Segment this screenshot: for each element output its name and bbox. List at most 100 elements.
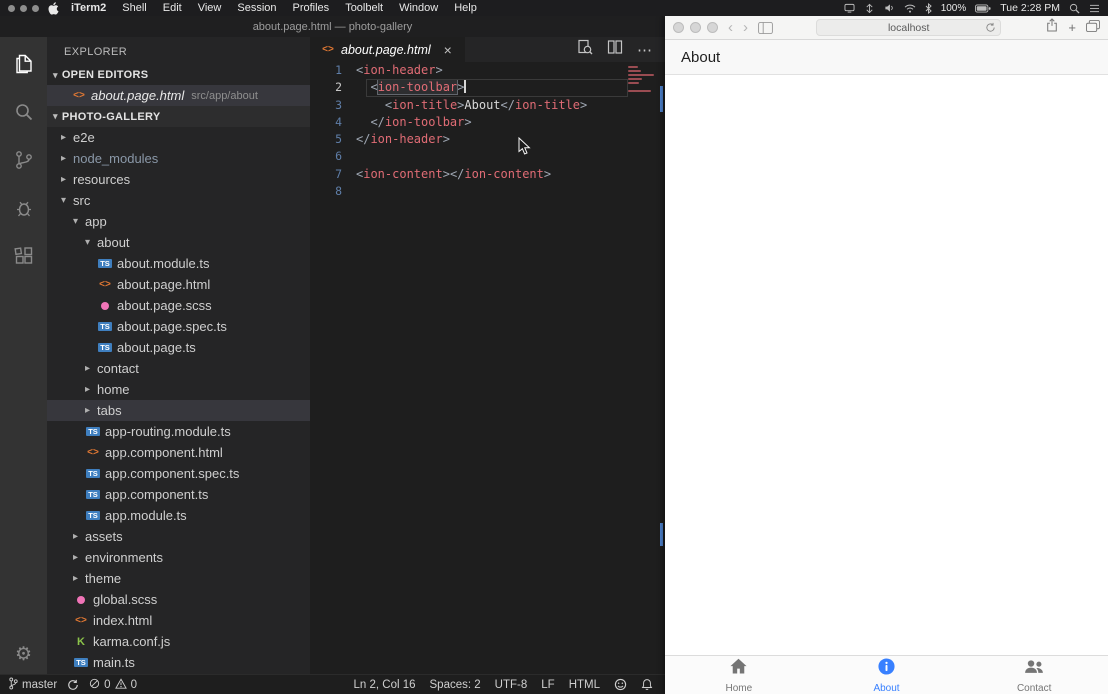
- eol-type[interactable]: LF: [541, 679, 554, 691]
- vscode-window-title: about.page.html — photo-gallery: [253, 21, 413, 33]
- close-window-icon[interactable]: [673, 22, 684, 33]
- folder-src[interactable]: src: [47, 190, 310, 211]
- language-mode[interactable]: HTML: [569, 679, 600, 691]
- tab-about[interactable]: About: [813, 656, 961, 694]
- debug-icon[interactable]: [4, 188, 44, 228]
- zoom-window-icon[interactable]: [707, 22, 718, 33]
- menu-profiles[interactable]: Profiles: [285, 2, 338, 14]
- folder-home[interactable]: home: [47, 379, 310, 400]
- open-editors-header[interactable]: OPEN EDITORS: [47, 65, 310, 85]
- search-icon[interactable]: [4, 92, 44, 132]
- wifi-icon[interactable]: [904, 4, 916, 13]
- file-app.component.spec.ts[interactable]: app.component.spec.ts: [47, 463, 310, 484]
- tabs-overview-icon[interactable]: [1086, 19, 1100, 37]
- source-control-icon[interactable]: [4, 140, 44, 180]
- chevron-open-icon: [73, 216, 85, 227]
- folder-node_modules[interactable]: node_modules: [47, 148, 310, 169]
- project-header[interactable]: PHOTO-GALLERY: [47, 106, 310, 127]
- menu-iterm2[interactable]: iTerm2: [63, 2, 114, 14]
- feedback-smiley-icon[interactable]: [614, 678, 627, 691]
- file-app-routing.module.ts[interactable]: app-routing.module.ts: [47, 421, 310, 442]
- open-preview-icon[interactable]: [577, 39, 593, 60]
- folder-e2e[interactable]: e2e: [47, 127, 310, 148]
- menu-session[interactable]: Session: [229, 2, 284, 14]
- cursor-position[interactable]: Ln 2, Col 16: [354, 679, 416, 691]
- folder-environments[interactable]: environments: [47, 547, 310, 568]
- menubar-clock[interactable]: Tue 2:28 PM: [1000, 2, 1060, 14]
- code-line-3[interactable]: 3 <ion-title>About</ion-title>: [310, 97, 665, 114]
- menubar-status-icon[interactable]: [844, 3, 855, 13]
- file-main.ts[interactable]: main.ts: [47, 652, 310, 673]
- file-about.page.ts[interactable]: about.page.ts: [47, 337, 310, 358]
- menu-window[interactable]: Window: [391, 2, 446, 14]
- code-text: </ion-toolbar>: [354, 114, 472, 131]
- tab-contact[interactable]: Contact: [960, 656, 1108, 694]
- volume-icon[interactable]: [884, 3, 895, 13]
- bluetooth-icon[interactable]: [925, 3, 932, 14]
- indentation[interactable]: Spaces: 2: [430, 679, 481, 691]
- tab-about.page.html[interactable]: about.page.html: [310, 37, 465, 62]
- menubar-status-icon[interactable]: [864, 3, 875, 13]
- folder-app[interactable]: app: [47, 211, 310, 232]
- file-global.scss[interactable]: global.scss: [47, 589, 310, 610]
- window-dot-icon[interactable]: [8, 5, 15, 12]
- close-tab-icon[interactable]: [441, 42, 455, 58]
- window-dot-icon[interactable]: [20, 5, 27, 12]
- code-line-1[interactable]: 1<ion-header>: [310, 62, 665, 79]
- code-line-7[interactable]: 7<ion-content></ion-content>: [310, 166, 665, 183]
- forward-button[interactable]: ›: [743, 20, 748, 35]
- code-line-6[interactable]: 6: [310, 148, 665, 165]
- problems-indicator[interactable]: 0 0: [89, 678, 137, 692]
- explorer-icon[interactable]: [4, 44, 44, 84]
- battery-icon[interactable]: [975, 4, 991, 13]
- folder-tabs[interactable]: tabs: [47, 400, 310, 421]
- open-editor-item[interactable]: about.page.html src/app/about: [47, 85, 310, 106]
- folder-assets[interactable]: assets: [47, 526, 310, 547]
- new-tab-icon[interactable]: +: [1068, 20, 1076, 35]
- spotlight-icon[interactable]: [1069, 3, 1080, 14]
- file-app.component.html[interactable]: app.component.html: [47, 442, 310, 463]
- code-line-5[interactable]: 5</ion-header>: [310, 131, 665, 148]
- file-app.module.ts[interactable]: app.module.ts: [47, 505, 310, 526]
- menu-edit[interactable]: Edit: [155, 2, 190, 14]
- file-about.module.ts[interactable]: about.module.ts: [47, 253, 310, 274]
- folder-about[interactable]: about: [47, 232, 310, 253]
- folder-theme[interactable]: theme: [47, 568, 310, 589]
- extensions-icon[interactable]: [4, 236, 44, 276]
- encoding[interactable]: UTF-8: [495, 679, 528, 691]
- code-editor[interactable]: 1<ion-header>2 <ion-toolbar>3 <ion-title…: [310, 62, 665, 674]
- file-karma.conf.js[interactable]: karma.conf.js: [47, 631, 310, 652]
- share-icon[interactable]: [1046, 18, 1058, 37]
- sync-icon[interactable]: [67, 679, 79, 691]
- window-dot-icon[interactable]: [32, 5, 39, 12]
- folder-contact[interactable]: contact: [47, 358, 310, 379]
- split-editor-icon[interactable]: [607, 39, 623, 60]
- gear-icon[interactable]: ⚙: [4, 643, 44, 666]
- file-about.page.spec.ts[interactable]: about.page.spec.ts: [47, 316, 310, 337]
- file-about.page.scss[interactable]: about.page.scss: [47, 295, 310, 316]
- menu-view[interactable]: View: [190, 2, 230, 14]
- more-actions-icon[interactable]: ⋯: [637, 41, 653, 59]
- back-button[interactable]: ‹: [728, 20, 733, 35]
- file-about.page.html[interactable]: about.page.html: [47, 274, 310, 295]
- minimize-window-icon[interactable]: [690, 22, 701, 33]
- code-line-4[interactable]: 4 </ion-toolbar>: [310, 114, 665, 131]
- reload-icon[interactable]: [985, 22, 996, 33]
- minimap[interactable]: [628, 65, 656, 98]
- sidebar-toggle-icon[interactable]: [758, 22, 773, 34]
- file-index.html[interactable]: index.html: [47, 610, 310, 631]
- notification-center-icon[interactable]: [1089, 4, 1100, 13]
- code-line-2[interactable]: 2 <ion-toolbar>: [310, 79, 665, 96]
- tree-item-label: environments: [85, 550, 163, 565]
- git-branch-indicator[interactable]: master: [9, 677, 57, 693]
- apple-menu-icon[interactable]: [48, 2, 59, 15]
- file-app.component.ts[interactable]: app.component.ts: [47, 484, 310, 505]
- tab-home[interactable]: Home: [665, 656, 813, 694]
- notifications-bell-icon[interactable]: [641, 678, 653, 691]
- folder-resources[interactable]: resources: [47, 169, 310, 190]
- menu-help[interactable]: Help: [446, 2, 485, 14]
- address-bar[interactable]: localhost: [816, 19, 1001, 36]
- menu-toolbelt[interactable]: Toolbelt: [337, 2, 391, 14]
- menu-shell[interactable]: Shell: [114, 2, 154, 14]
- code-line-8[interactable]: 8: [310, 183, 665, 200]
